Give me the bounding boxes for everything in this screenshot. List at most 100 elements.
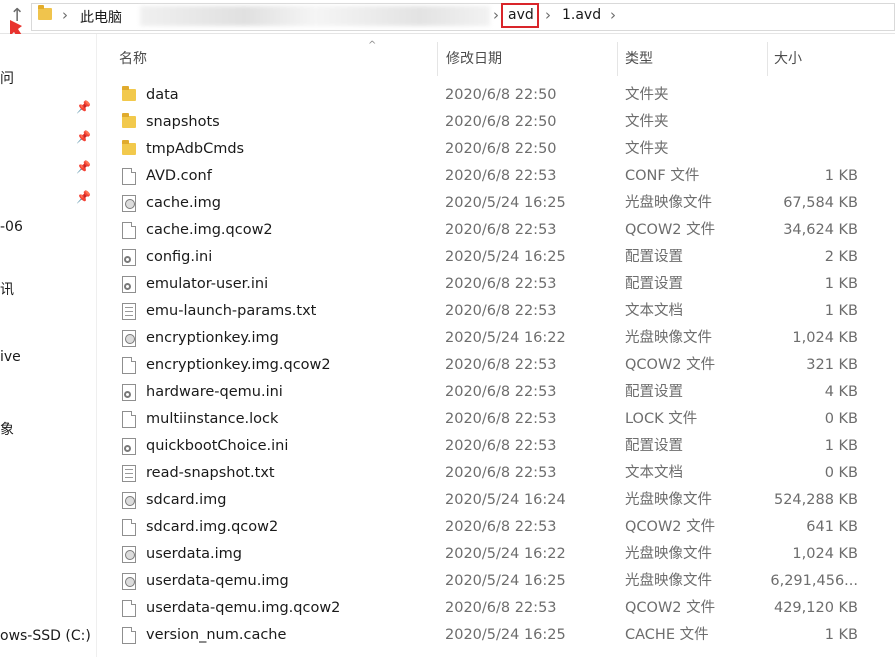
file-row[interactable]: quickbootChoice.ini 2020/6/8 22:53 配置设置 1 K… — [97, 433, 895, 460]
file-size: 1 KB — [824, 168, 858, 184]
file-row[interactable]: emu-launch-params.txt 2020/6/8 22:53 文本文档 1… — [97, 298, 895, 325]
file-row[interactable]: snapshots 2020/6/8 22:50 文件夹 — [97, 109, 895, 136]
file-type: LOCK 文件 — [625, 411, 698, 427]
file-type: 文本文档 — [625, 303, 683, 319]
file-name: userdata-qemu.img.qcow2 — [146, 600, 341, 616]
file-date: 2020/6/8 22:53 — [445, 276, 557, 292]
file-row[interactable]: hardware-qemu.ini 2020/6/8 22:53 配置设置 4 KB — [97, 379, 895, 406]
column-header-size[interactable]: 大小 — [768, 42, 868, 76]
nav-item[interactable]: 讯 — [0, 279, 14, 299]
file-date: 2020/5/24 16:22 — [445, 330, 566, 346]
file-icon — [122, 168, 136, 185]
file-type: QCOW2 文件 — [625, 357, 716, 373]
file-name: sdcard.img.qcow2 — [146, 519, 279, 535]
nav-item[interactable]: ive — [0, 349, 21, 365]
folder-icon — [122, 140, 136, 155]
file-icon — [122, 357, 136, 374]
file-row[interactable]: encryptionkey.img.qcow2 2020/6/8 22:53 QCO… — [97, 352, 895, 379]
file-date: 2020/6/8 22:53 — [445, 357, 557, 373]
file-type: 文件夹 — [625, 114, 669, 130]
file-row[interactable]: cache.img.qcow2 2020/6/8 22:53 QCOW2 文件 34,… — [97, 217, 895, 244]
settings-file-icon — [122, 384, 136, 401]
file-type: QCOW2 文件 — [625, 519, 716, 535]
file-name: snapshots — [146, 114, 220, 130]
pin-icon[interactable]: 📌 — [76, 130, 91, 144]
file-type: 光盘映像文件 — [625, 546, 712, 562]
folder-icon — [122, 86, 136, 101]
navigation-pane: 问 📌 📌 📌 📌 -06 讯 ive 象 ows-SSD (C:) — [0, 34, 97, 657]
file-date: 2020/6/8 22:53 — [445, 168, 557, 184]
column-header-type[interactable]: 类型 — [618, 42, 768, 76]
file-type: 光盘映像文件 — [625, 492, 712, 508]
nav-item[interactable]: 问 — [0, 68, 14, 88]
file-row[interactable]: config.ini 2020/5/24 16:25 配置设置 2 KB — [97, 244, 895, 271]
file-row[interactable]: emulator-user.ini 2020/6/8 22:53 配置设置 1 KB — [97, 271, 895, 298]
file-name: encryptionkey.img — [146, 330, 279, 346]
pin-icon[interactable]: 📌 — [76, 160, 91, 174]
file-row[interactable]: sdcard.img 2020/5/24 16:24 光盘映像文件 524,288 K… — [97, 487, 895, 514]
disc-image-icon — [122, 573, 136, 590]
file-name: config.ini — [146, 249, 213, 265]
file-row[interactable]: tmpAdbCmds 2020/6/8 22:50 文件夹 — [97, 136, 895, 163]
file-name: version_num.cache — [146, 627, 287, 643]
column-header-date[interactable]: 修改日期 — [438, 42, 618, 76]
file-name: AVD.conf — [146, 168, 212, 184]
file-icon — [122, 411, 136, 428]
settings-file-icon — [122, 276, 136, 293]
file-row[interactable]: userdata.img 2020/5/24 16:22 光盘映像文件 1,024 K… — [97, 541, 895, 568]
file-date: 2020/6/8 22:53 — [445, 465, 557, 481]
file-type: 光盘映像文件 — [625, 330, 712, 346]
file-row[interactable]: version_num.cache 2020/5/24 16:25 CACHE 文件… — [97, 622, 895, 649]
file-date: 2020/5/24 16:22 — [445, 546, 566, 562]
file-name: cache.img.qcow2 — [146, 222, 273, 238]
file-date: 2020/6/8 22:50 — [445, 114, 557, 130]
file-row[interactable]: cache.img 2020/5/24 16:25 光盘映像文件 67,584 KB — [97, 190, 895, 217]
nav-item[interactable]: -06 — [0, 219, 23, 235]
file-date: 2020/6/8 22:53 — [445, 600, 557, 616]
file-row[interactable]: read-snapshot.txt 2020/6/8 22:53 文本文档 0 KB — [97, 460, 895, 487]
blurred-path — [140, 6, 490, 26]
file-row[interactable]: data 2020/6/8 22:50 文件夹 — [97, 82, 895, 109]
file-icon — [122, 600, 136, 617]
file-row[interactable]: AVD.conf 2020/6/8 22:53 CONF 文件 1 KB — [97, 163, 895, 190]
chevron-right-icon[interactable]: › — [545, 6, 551, 24]
file-name: userdata-qemu.img — [146, 573, 289, 589]
file-row[interactable]: encryptionkey.img 2020/5/24 16:22 光盘映像文件 1,… — [97, 325, 895, 352]
file-row[interactable]: userdata-qemu.img.qcow2 2020/6/8 22:53 QCO… — [97, 595, 895, 622]
file-name: hardware-qemu.ini — [146, 384, 283, 400]
file-name: quickbootChoice.ini — [146, 438, 289, 454]
text-file-icon — [122, 303, 136, 320]
file-type: CONF 文件 — [625, 168, 700, 184]
file-name: encryptionkey.img.qcow2 — [146, 357, 331, 373]
nav-item-drive-c[interactable]: ows-SSD (C:) — [0, 628, 91, 644]
file-size: 1,024 KB — [792, 546, 858, 562]
file-date: 2020/6/8 22:53 — [445, 411, 557, 427]
pin-icon[interactable]: 📌 — [76, 190, 91, 204]
settings-file-icon — [122, 249, 136, 266]
settings-file-icon — [122, 438, 136, 455]
file-date: 2020/6/8 22:50 — [445, 141, 557, 157]
file-date: 2020/6/8 22:53 — [445, 438, 557, 454]
file-date: 2020/5/24 16:24 — [445, 492, 566, 508]
breadcrumb-1-avd[interactable]: 1.avd — [562, 7, 601, 23]
file-row[interactable]: sdcard.img.qcow2 2020/6/8 22:53 QCOW2 文件 64… — [97, 514, 895, 541]
file-type: 光盘映像文件 — [625, 573, 712, 589]
file-name: userdata.img — [146, 546, 242, 562]
chevron-right-icon[interactable]: › — [610, 6, 616, 24]
chevron-right-icon[interactable]: › — [493, 6, 499, 24]
file-row[interactable]: userdata-qemu.img 2020/5/24 16:25 光盘映像文件 6,… — [97, 568, 895, 595]
pin-icon[interactable]: 📌 — [76, 100, 91, 114]
file-name: read-snapshot.txt — [146, 465, 275, 481]
file-size: 429,120 KB — [773, 600, 858, 616]
file-date: 2020/6/8 22:53 — [445, 222, 557, 238]
file-date: 2020/6/8 22:50 — [445, 87, 557, 103]
column-header-name[interactable]: 名称 — [97, 42, 438, 76]
breadcrumb-avd[interactable]: avd — [508, 7, 534, 23]
chevron-right-icon[interactable]: › — [62, 6, 68, 24]
nav-item[interactable]: 象 — [0, 419, 14, 439]
breadcrumb-this-pc[interactable]: 此电脑 — [80, 7, 122, 27]
column-header-row: ^ 名称 修改日期 类型 大小 — [97, 40, 895, 76]
file-row[interactable]: multiinstance.lock 2020/6/8 22:53 LOCK 文件 0… — [97, 406, 895, 433]
file-size: 67,584 KB — [783, 195, 858, 211]
disc-image-icon — [122, 546, 136, 563]
